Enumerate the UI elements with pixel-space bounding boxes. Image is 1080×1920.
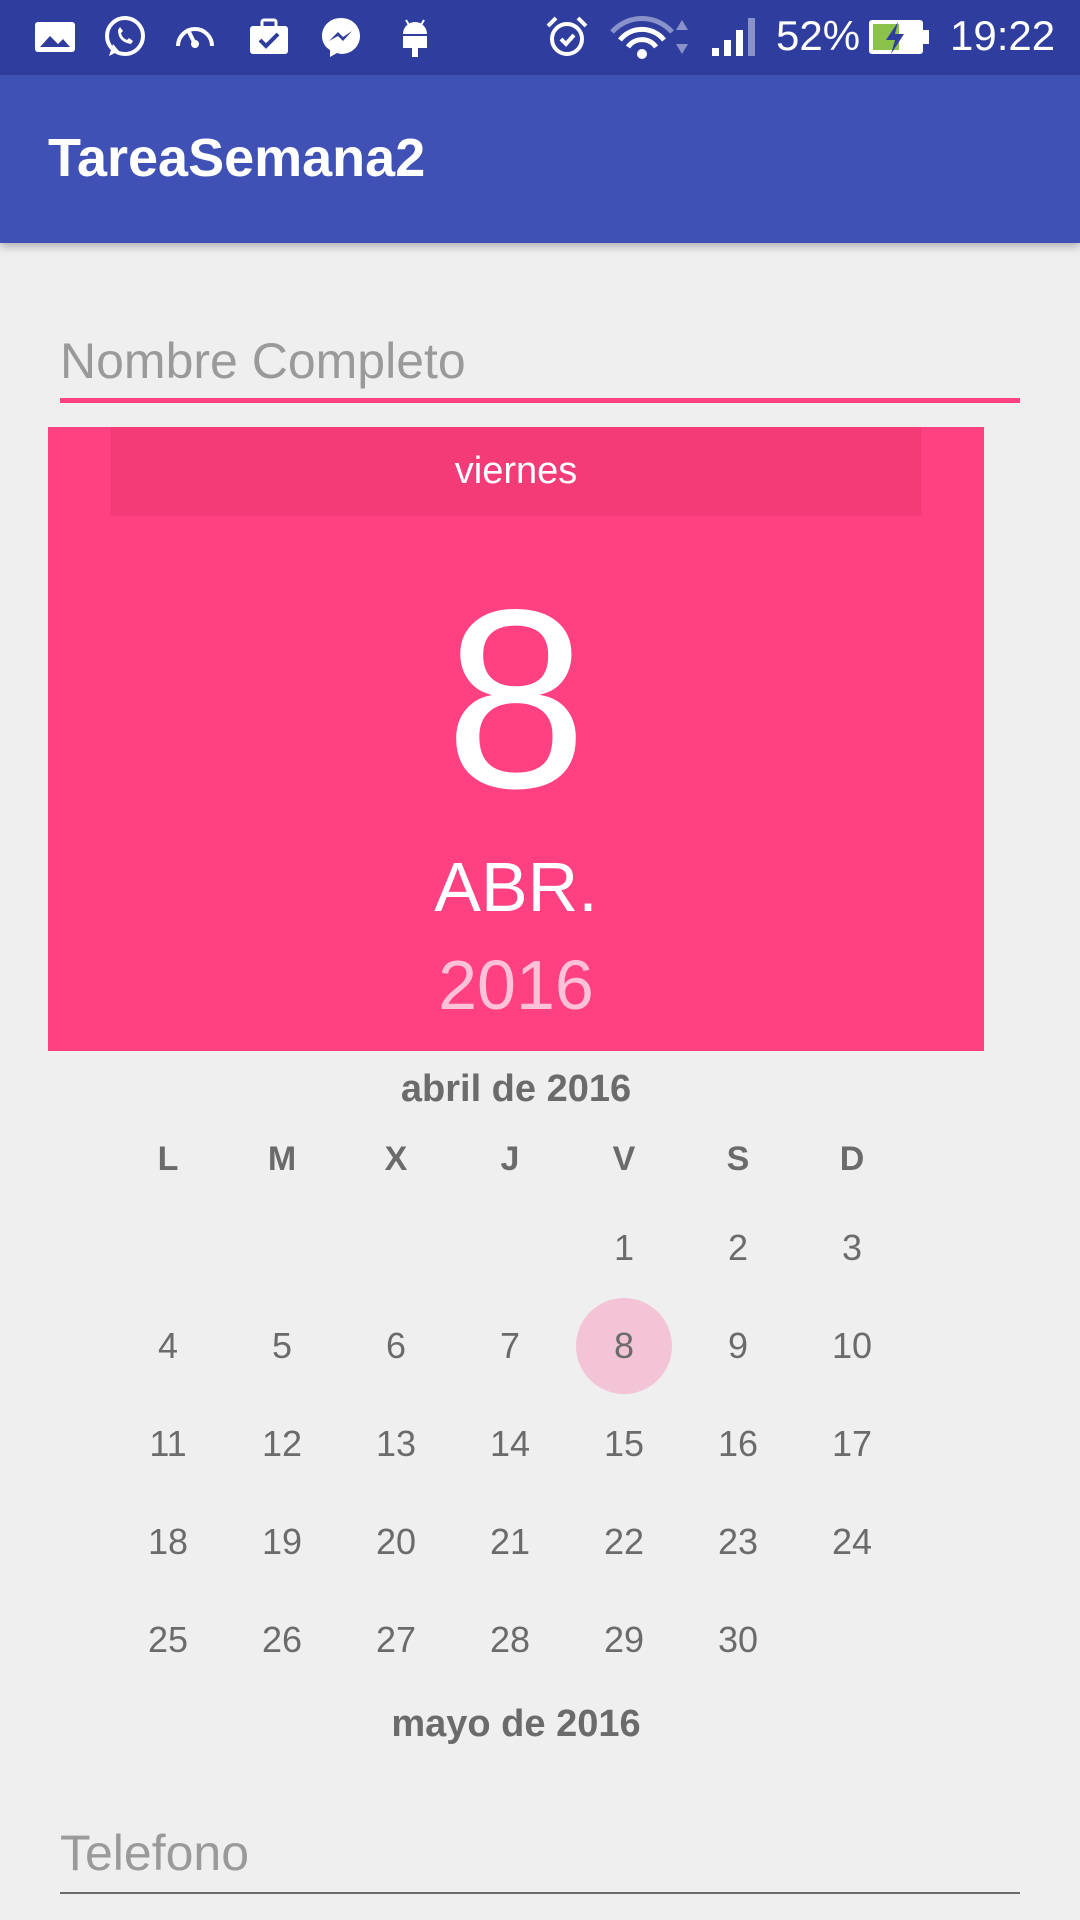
calendar-day[interactable]: 4 <box>120 1298 216 1394</box>
android-icon <box>403 19 427 57</box>
wifi-icon <box>610 16 688 59</box>
weekday-header: S <box>726 1140 750 1178</box>
weekday-header: M <box>267 1140 297 1178</box>
alarm-icon <box>546 16 588 56</box>
calendar-day[interactable]: 23 <box>690 1494 786 1590</box>
calendar-day[interactable]: 5 <box>234 1298 330 1394</box>
selected-weekday: viernes <box>111 427 921 516</box>
name-field[interactable]: Nombre Completo <box>60 318 1020 408</box>
calendar-day[interactable]: 11 <box>120 1396 216 1492</box>
calendar-day[interactable]: 10 <box>804 1298 900 1394</box>
gallery-icon <box>35 22 75 52</box>
next-month-title: mayo de 2016 <box>391 1703 641 1745</box>
app-title: TareaSemana2 <box>48 128 426 188</box>
weekday-header: V <box>612 1140 636 1178</box>
selected-month[interactable]: ABR. <box>48 847 984 927</box>
calendar-day[interactable]: 27 <box>348 1592 444 1688</box>
weekday-header: D <box>839 1140 865 1178</box>
calendar-day[interactable]: 21 <box>462 1494 558 1590</box>
phone-field[interactable]: Telefono <box>60 1812 1020 1902</box>
calendar-day[interactable]: 13 <box>348 1396 444 1492</box>
calendar-day[interactable]: 19 <box>234 1494 330 1590</box>
calendar-day[interactable]: 17 <box>804 1396 900 1492</box>
calendar-day[interactable]: 3 <box>804 1200 900 1296</box>
calendar-day[interactable]: 22 <box>576 1494 672 1590</box>
phone-field-placeholder: Telefono <box>60 1825 250 1881</box>
calendar-day[interactable]: 1 <box>576 1200 672 1296</box>
calendar-day[interactable]: 12 <box>234 1396 330 1492</box>
month-title: abril de 2016 <box>400 1068 632 1110</box>
calendar-day[interactable]: 7 <box>462 1298 558 1394</box>
calendar-day[interactable]: 30 <box>690 1592 786 1688</box>
selected-day-number[interactable]: 8 <box>48 572 984 827</box>
calendar-day[interactable]: 9 <box>690 1298 786 1394</box>
calendar-day[interactable]: 26 <box>234 1592 330 1688</box>
calendar-day[interactable]: 28 <box>462 1592 558 1688</box>
signal-icon <box>712 18 755 56</box>
calendar-day[interactable]: 29 <box>576 1592 672 1688</box>
selected-year[interactable]: 2016 <box>48 945 984 1025</box>
calendar-day[interactable]: 18 <box>120 1494 216 1590</box>
calendar-day[interactable]: 20 <box>348 1494 444 1590</box>
calendar-day[interactable]: 25 <box>120 1592 216 1688</box>
calendar-day-selected[interactable]: 8 <box>576 1298 672 1394</box>
messenger-icon <box>322 18 360 57</box>
speedometer-icon <box>176 27 214 48</box>
battery-charging-icon <box>869 20 929 54</box>
calendar-day[interactable]: 14 <box>462 1396 558 1492</box>
clock: 19:22 <box>950 12 1056 59</box>
calendar-day[interactable]: 15 <box>576 1396 672 1492</box>
calendar-day[interactable]: 24 <box>804 1494 900 1590</box>
whatsapp-icon <box>105 16 145 56</box>
weekday-header: L <box>157 1140 179 1178</box>
app-bar: TareaSemana2 <box>0 75 1080 243</box>
phone-field-underline <box>60 1892 1020 1894</box>
calendar-day[interactable]: 2 <box>690 1200 786 1296</box>
name-field-placeholder: Nombre Completo <box>60 333 466 389</box>
weekday-header: J <box>500 1140 520 1178</box>
calendar-day[interactable]: 6 <box>348 1298 444 1394</box>
name-field-underline <box>60 398 1020 403</box>
status-bar: 52% 19:22 <box>0 0 1080 75</box>
date-picker-header: viernes 8 ABR. 2016 <box>48 427 984 1051</box>
briefcase-icon <box>250 18 288 54</box>
calendar-day[interactable]: 16 <box>690 1396 786 1492</box>
weekday-header: X <box>384 1140 408 1178</box>
battery-percent: 52% <box>776 12 861 59</box>
